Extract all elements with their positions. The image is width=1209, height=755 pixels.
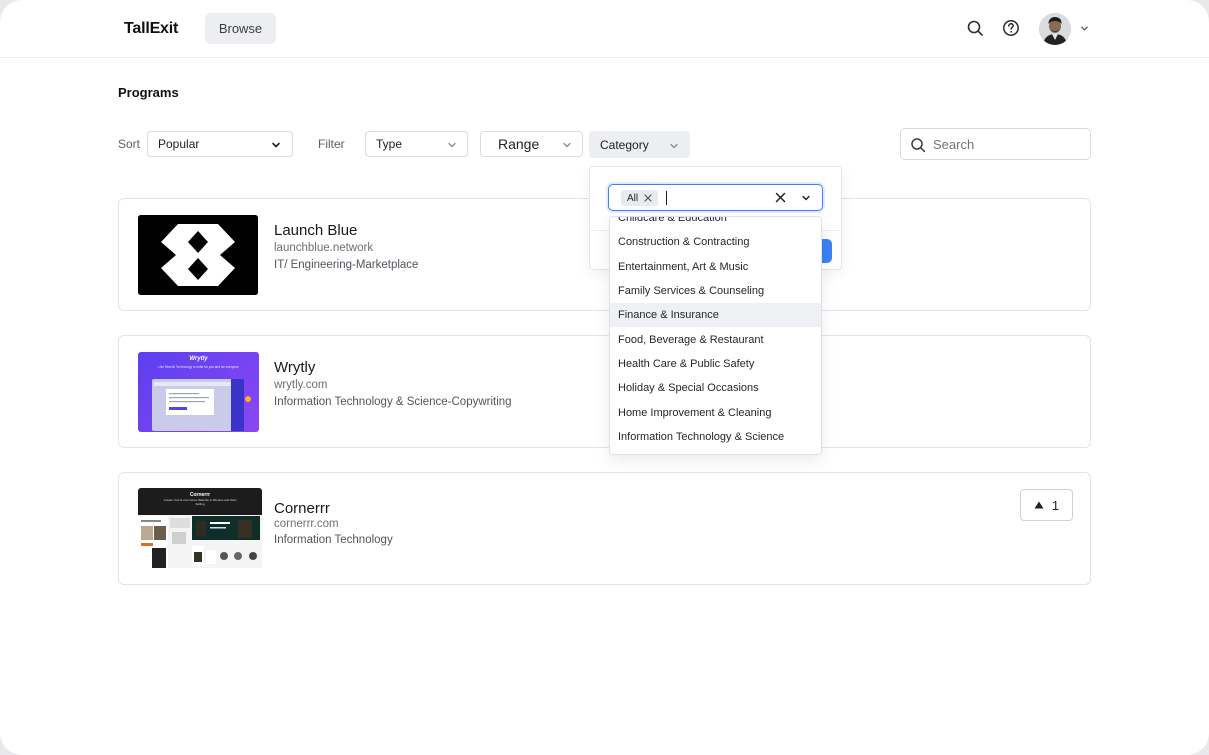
upvote-count: 1 (1051, 497, 1060, 513)
search-icon[interactable] (966, 19, 984, 37)
menu-item-hovered[interactable]: Finance & Insurance (610, 303, 821, 328)
program-url[interactable]: launchblue.network (274, 242, 373, 254)
text-cursor (666, 191, 667, 205)
app-window: TallExit Browse Programs Sort Popular Fi… (0, 0, 1209, 755)
program-thumbnail: Wrytly Use Real AI Technology to write f… (138, 352, 259, 432)
program-thumbnail: Cornerrr Create Your E-commerce Website … (138, 488, 262, 568)
category-select-value: Category (600, 137, 649, 152)
user-avatar[interactable] (1039, 13, 1071, 45)
selected-tag-label: All (627, 192, 639, 204)
triangle-up-icon (1034, 501, 1044, 509)
menu-item[interactable]: Family Services & Counseling (610, 279, 821, 303)
chevron-down-icon[interactable] (1080, 24, 1089, 33)
chevron-down-icon (670, 143, 678, 149)
range-select-value: Range (498, 136, 540, 152)
program-category: IT/ Engineering-Marketplace (274, 259, 419, 271)
range-select[interactable]: Range (480, 131, 583, 157)
category-options-menu[interactable]: Childcare & Education Construction & Con… (609, 216, 822, 455)
chevron-down-icon (563, 142, 571, 148)
selected-tag: All (621, 190, 659, 206)
menu-item[interactable]: Food, Beverage & Restaurant (610, 327, 821, 351)
menu-item[interactable]: Holiday & Special Occasions (610, 376, 821, 400)
program-thumbnail (138, 215, 258, 295)
search-icon (911, 138, 926, 153)
type-select-value: Type (376, 137, 403, 151)
sort-label: Sort (118, 137, 141, 151)
program-card[interactable]: Cornerrr Create Your E-commerce Website … (118, 472, 1091, 585)
sort-select-value: Popular (158, 137, 200, 151)
category-select[interactable]: Category (589, 131, 690, 158)
chevron-down-icon[interactable] (801, 193, 811, 203)
upvote-button[interactable]: 1 (1020, 489, 1073, 521)
chevron-down-icon (272, 142, 280, 148)
program-category: Information Technology & Science-Copywri… (274, 396, 512, 408)
category-options-list: Childcare & Education Construction & Con… (610, 217, 821, 449)
top-navigation-bar: TallExit Browse (0, 0, 1209, 58)
sort-select[interactable]: Popular (147, 131, 293, 157)
menu-item[interactable]: Entertainment, Art & Music (610, 255, 821, 279)
popover-bottom-edge (589, 458, 842, 470)
page-title: Programs (118, 85, 179, 100)
remove-tag-icon[interactable] (644, 194, 652, 202)
chevron-down-icon (448, 142, 456, 148)
nav-browse-button[interactable]: Browse (205, 13, 276, 44)
program-url[interactable]: wrytly.com (274, 379, 327, 391)
help-icon[interactable] (1002, 19, 1020, 37)
program-category: Information Technology (274, 534, 393, 546)
menu-item[interactable]: Health Care & Public Safety (610, 352, 821, 376)
program-title[interactable]: Cornerrr (274, 500, 330, 517)
brand-logo[interactable]: TallExit (124, 20, 178, 38)
type-select[interactable]: Type (365, 131, 468, 157)
menu-item[interactable]: Childcare & Education (610, 217, 821, 230)
program-card[interactable]: Wrytly Use Real AI Technology to write f… (118, 335, 1091, 448)
menu-item[interactable]: Home Improvement & Cleaning (610, 400, 821, 424)
menu-item[interactable]: Construction & Contracting (610, 230, 821, 254)
search-input[interactable] (933, 135, 1083, 153)
program-title[interactable]: Launch Blue (274, 222, 357, 239)
clear-icon[interactable] (775, 192, 786, 203)
search-box[interactable] (900, 128, 1091, 160)
menu-item[interactable]: Information Technology & Science (610, 425, 821, 449)
program-title[interactable]: Wrytly (274, 359, 315, 376)
category-multiselect[interactable]: All (608, 184, 823, 211)
program-url[interactable]: cornerrr.com (274, 518, 339, 530)
filter-label: Filter (318, 137, 345, 151)
